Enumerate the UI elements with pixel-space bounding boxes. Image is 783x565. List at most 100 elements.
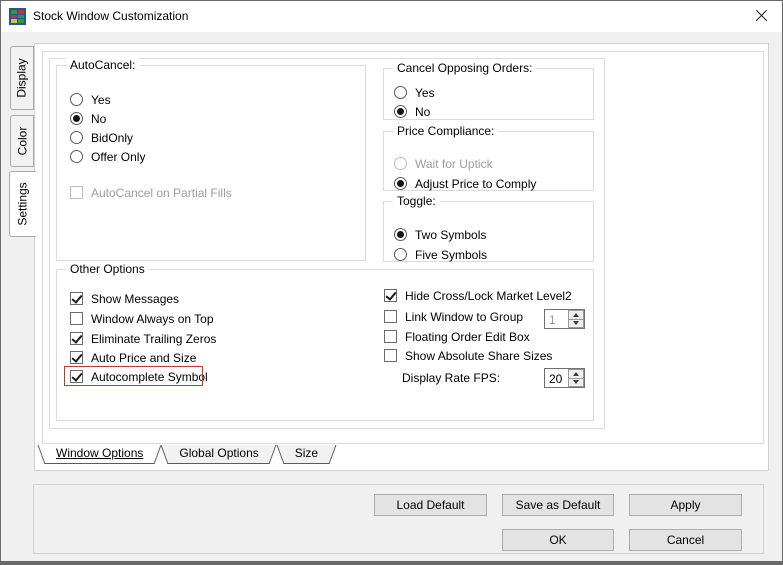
radio-icon — [70, 150, 83, 163]
side-tab-settings[interactable]: Settings — [9, 171, 36, 237]
checkbox-label: Auto Price and Size — [91, 350, 197, 365]
radio-selected-icon — [394, 177, 407, 190]
radio-autocancel-no[interactable]: No — [70, 111, 106, 126]
side-tab-color[interactable]: Color — [10, 115, 34, 167]
radio-autocancel-offeronly[interactable]: Offer Only — [70, 149, 145, 164]
display-rate-fps-value: 20 — [549, 372, 563, 386]
side-tab-color-label: Color — [15, 126, 29, 156]
checkbox-label: Show Absolute Share Sizes — [405, 348, 553, 363]
radio-icon — [394, 248, 407, 261]
radio-disabled-icon — [394, 157, 407, 170]
group-toggle: Toggle: Two Symbols Five Symbols — [383, 194, 594, 262]
title-bar: Stock Window Customization — [1, 1, 782, 32]
load-default-button[interactable]: Load Default — [374, 494, 487, 516]
radio-label: Offer Only — [91, 149, 146, 164]
checkbox-hide-cross-lock-level2[interactable]: Hide Cross/Lock Market Level2 — [384, 288, 572, 303]
group-price-compliance-title: Price Compliance: — [393, 124, 499, 138]
radio-label: Wait for Uptick — [415, 156, 493, 171]
app-icon — [9, 8, 26, 25]
radio-label: BidOnly — [91, 130, 134, 145]
checkbox-floating-order-edit-box[interactable]: Floating Order Edit Box — [384, 329, 530, 344]
display-rate-fps-spinner[interactable]: 20 — [544, 368, 585, 388]
radio-label: No — [91, 111, 107, 126]
app-icon-cell — [11, 14, 17, 19]
radio-autocancel-bidonly[interactable]: BidOnly — [70, 130, 133, 145]
checkbox-link-window-to-group[interactable]: Link Window to Group — [384, 309, 523, 324]
spin-up-button[interactable] — [568, 310, 584, 319]
link-group-spinner[interactable]: 1 — [544, 309, 585, 329]
radio-autocancel-yes[interactable]: Yes — [70, 92, 111, 107]
checkbox-show-messages[interactable]: Show Messages — [70, 291, 179, 306]
checkbox-eliminate-trailing-zeros[interactable]: Eliminate Trailing Zeros — [70, 331, 216, 346]
triangle-up-icon — [573, 371, 579, 376]
side-tab-display-label: Display — [15, 58, 30, 98]
app-icon-cell — [18, 10, 24, 14]
radio-wait-for-uptick: Wait for Uptick — [394, 156, 493, 171]
label-text: Display Rate FPS: — [402, 370, 501, 385]
group-autocancel: AutoCancel: Yes No BidOnly Offer Only Au… — [56, 58, 366, 261]
group-price-compliance: Price Compliance: Wait for Uptick Adjust… — [383, 124, 594, 191]
tab-global-options[interactable]: Global Options — [164, 445, 273, 463]
radio-adjust-price-to-comply[interactable]: Adjust Price to Comply — [394, 176, 536, 191]
radio-label: No — [415, 104, 431, 119]
checkbox-checked-icon — [70, 292, 83, 305]
save-as-default-button[interactable]: Save as Default — [502, 494, 614, 516]
tab-size-label: Size — [294, 446, 319, 460]
app-icon-cell — [18, 19, 24, 23]
checkbox-auto-price-and-size[interactable]: Auto Price and Size — [70, 350, 196, 365]
checkbox-label: Show Messages — [91, 291, 180, 306]
radio-five-symbols[interactable]: Five Symbols — [394, 247, 487, 262]
side-tab-display[interactable]: Display — [10, 46, 34, 110]
window-title: Stock Window Customization — [33, 9, 189, 23]
checkbox-icon — [384, 349, 397, 362]
tab-size[interactable]: Size — [280, 445, 333, 463]
triangle-down-icon — [573, 380, 579, 385]
spin-down-button[interactable] — [568, 318, 584, 328]
radio-selected-icon — [70, 112, 83, 125]
radio-selected-icon — [394, 105, 407, 118]
checkbox-autocancel-partial-fills: AutoCancel on Partial Fills — [70, 185, 232, 200]
radio-label: Yes — [91, 92, 111, 107]
close-icon[interactable] — [755, 9, 769, 23]
tab-window-options-label: Window Options — [56, 446, 144, 460]
checkbox-show-absolute-share-sizes[interactable]: Show Absolute Share Sizes — [384, 348, 552, 363]
side-tab-settings-label: Settings — [16, 182, 31, 226]
tab-window-options[interactable]: Window Options — [41, 445, 158, 463]
spin-down-button[interactable] — [568, 377, 584, 387]
display-rate-fps-label: Display Rate FPS: — [402, 370, 500, 385]
checkbox-checked-icon — [384, 289, 397, 302]
radio-cancel-opposing-no[interactable]: No — [394, 104, 430, 119]
checkbox-label: AutoCancel on Partial Fills — [91, 185, 232, 200]
spin-up-button[interactable] — [568, 369, 584, 378]
radio-cancel-opposing-yes[interactable]: Yes — [394, 85, 435, 100]
apply-button[interactable]: Apply — [629, 494, 742, 516]
radio-label: Five Symbols — [415, 247, 488, 262]
radio-label: Yes — [415, 85, 435, 100]
checkbox-icon — [384, 310, 397, 323]
radio-icon — [70, 131, 83, 144]
checkbox-label: Eliminate Trailing Zeros — [91, 331, 217, 346]
radio-two-symbols[interactable]: Two Symbols — [394, 227, 486, 242]
checkbox-label: Link Window to Group — [405, 309, 524, 324]
radio-icon — [70, 93, 83, 106]
checkbox-icon — [70, 186, 83, 199]
app-icon-cell — [11, 10, 17, 14]
checkbox-window-always-on-top[interactable]: Window Always on Top — [70, 311, 214, 326]
radio-label: Adjust Price to Comply — [415, 176, 537, 191]
app-icon-cell — [11, 19, 17, 23]
group-cancel-opposing-title: Cancel Opposing Orders: — [393, 61, 537, 75]
checkbox-checked-icon — [70, 332, 83, 345]
triangle-up-icon — [573, 312, 579, 317]
checkbox-label: Window Always on Top — [91, 311, 214, 326]
cancel-button[interactable]: Cancel — [629, 529, 742, 551]
radio-label: Two Symbols — [415, 227, 487, 242]
link-group-spinner-value: 1 — [549, 313, 556, 327]
app-icon-cell — [18, 14, 24, 19]
dialog-window: Stock Window Customization Display Color… — [0, 0, 783, 565]
autocomplete-highlight — [64, 366, 203, 386]
ok-button[interactable]: OK — [502, 529, 614, 551]
radio-icon — [394, 86, 407, 99]
group-other-options: Other Options Show Messages Window Alway… — [56, 262, 594, 421]
group-toggle-title: Toggle: — [393, 194, 440, 208]
group-other-options-title: Other Options — [66, 262, 149, 276]
